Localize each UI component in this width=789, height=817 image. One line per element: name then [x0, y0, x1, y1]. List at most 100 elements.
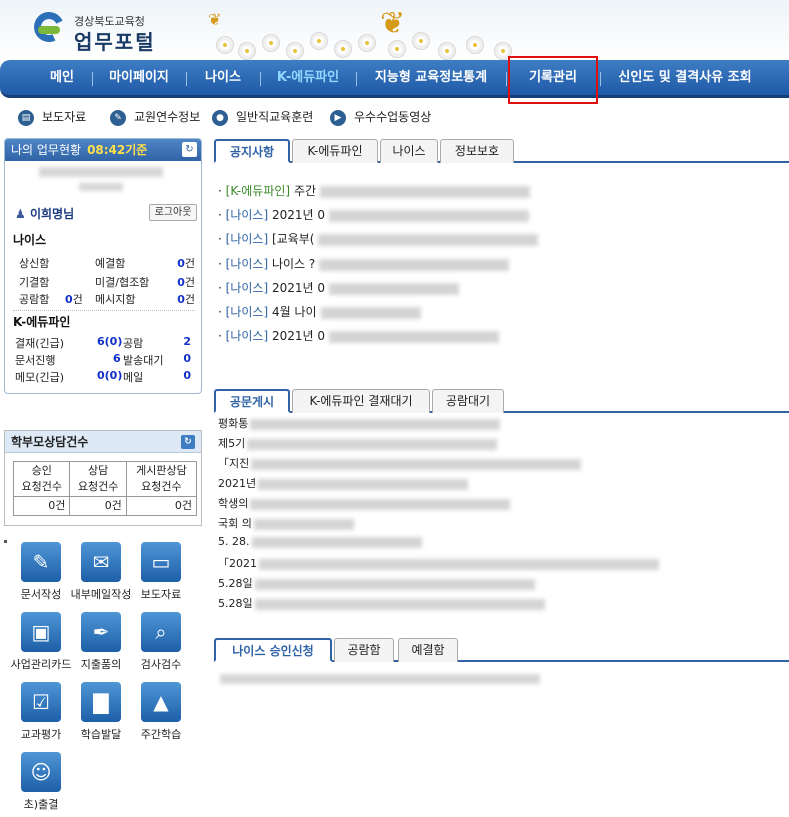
status-label[interactable]: 문서진행 — [15, 352, 55, 368]
status-count[interactable]: 0 — [183, 352, 191, 365]
status-label[interactable]: 메시지함 — [95, 291, 135, 307]
tab-approval-wait[interactable]: K-에듀파인 결재대기 — [292, 389, 430, 413]
refresh-icon[interactable]: ↻ — [182, 142, 197, 157]
doc-item[interactable]: 평화통 — [218, 415, 501, 431]
status-label[interactable]: 상신함 — [19, 255, 49, 271]
nav-item-statistics[interactable]: 지능형 교육정보통계 — [364, 60, 498, 96]
status-label[interactable]: 미결/협조함 — [95, 274, 149, 290]
status-count[interactable]: 0 — [183, 369, 191, 382]
neis-section-title: 나이스 — [13, 233, 47, 247]
portal-logo-icon[interactable] — [29, 7, 69, 48]
video-icon: ▶ — [330, 109, 346, 126]
my-status-panel: 나의 업무현황 08:42기준 ↻ ♟ 이희명님 로그아웃 나이스 상신함 예결함… — [4, 138, 202, 394]
status-label[interactable]: 기결함 — [19, 274, 49, 290]
card-icon: ▣ — [21, 612, 61, 652]
tab-neis-approval[interactable]: 나이스 승인신청 — [214, 638, 332, 662]
person-icon: ● — [212, 109, 228, 126]
quick-icon-mail-write[interactable]: ✉ 내부메일작성 — [70, 542, 132, 606]
status-count: 0 — [177, 293, 185, 306]
table-cell[interactable]: 0건 — [12, 496, 71, 516]
monitor-icon: ▭ — [141, 542, 181, 582]
link-press[interactable]: ▤ 보도자료 — [18, 108, 86, 126]
tab-kedufine[interactable]: K-에듀파인 — [292, 139, 378, 163]
status-panel-title: 나의 업무현황 — [11, 143, 82, 157]
quick-icon-press[interactable]: ▭ 보도자료 — [130, 542, 192, 606]
status-count[interactable]: 0(0) — [97, 369, 122, 382]
doc-item[interactable]: 제5기 — [218, 435, 498, 451]
quick-icon-expense[interactable]: ✒ 지출품의 — [70, 612, 132, 676]
doc-item[interactable]: 5.28일 — [218, 595, 545, 611]
status-count: 0 — [177, 257, 185, 270]
neis-row: 기결함 미결/협조함 0건 — [19, 274, 195, 290]
quick-icon-project-card[interactable]: ▣ 사업관리카드 — [10, 612, 72, 676]
nav-item-credit-check[interactable]: 신인도 및 결격사유 조회 — [608, 60, 762, 96]
table-header: 승인 요청건수 — [12, 461, 71, 497]
quick-icon-weekly[interactable]: ▲ 주간학습 — [130, 682, 192, 746]
neis-row: 상신함 예결함 0건 — [19, 255, 195, 271]
doc-item[interactable]: 「2021 — [218, 555, 659, 571]
notice-item[interactable]: · [나이스] [교육부( — [218, 230, 539, 248]
link-best-video[interactable]: ▶ 우수수업동영상 — [330, 108, 431, 126]
notice-item[interactable]: · [나이스] 2021년 0 — [218, 206, 529, 224]
tab-security[interactable]: 정보보호 — [440, 139, 514, 163]
nav-item-mypage[interactable]: 마이페이지 — [100, 60, 178, 96]
tab-pre-approval-box[interactable]: 예결함 — [398, 638, 458, 662]
tab-notice[interactable]: 공지사항 — [214, 139, 290, 163]
user-info: ♟ 이희명님 — [15, 205, 74, 222]
status-label[interactable]: 메일 — [123, 369, 143, 385]
quick-icon-evaluation[interactable]: ☑ 교과평가 — [10, 682, 72, 746]
status-count: 0 — [177, 276, 185, 289]
nav-item-kedufine[interactable]: K-에듀파인 — [268, 60, 348, 96]
notice-item[interactable]: · [K-에듀파인] 주간 — [218, 182, 531, 200]
quick-icon-inspection[interactable]: ⌕ 검사검수 — [130, 612, 192, 676]
tab-neis[interactable]: 나이스 — [380, 139, 438, 163]
notice-tabs: 공지사항 K-에듀파인 나이스 정보보호 — [214, 139, 789, 163]
doc-item[interactable]: 국회 의 — [218, 515, 354, 531]
refresh-icon[interactable]: ↻ — [181, 435, 195, 449]
count-unit: 건 — [184, 293, 195, 306]
nav-item-records[interactable]: 기록관리 — [514, 60, 592, 96]
doc-item[interactable]: 5. 28. — [218, 535, 422, 551]
status-label[interactable]: 메모(긴급) — [15, 369, 64, 385]
butterfly-icon: ❦ — [208, 10, 222, 29]
table-cell[interactable]: 0건 — [69, 496, 127, 516]
notice-item[interactable]: · [나이스] 2021년 0 — [218, 279, 459, 297]
doc-item[interactable]: 「지진 — [218, 455, 582, 471]
status-label[interactable]: 결재(긴급) — [15, 335, 64, 351]
status-label[interactable]: 발송대기 — [123, 352, 163, 368]
doc-item[interactable]: 2021년 — [218, 475, 469, 491]
portal-title[interactable]: 업무포털 — [74, 26, 156, 55]
blurred-text — [220, 674, 540, 684]
link-general-training[interactable]: ● 일반직교육훈련 — [212, 108, 313, 126]
status-count[interactable]: 6(0) — [97, 335, 122, 348]
tab-official-doc[interactable]: 공문게시 — [214, 389, 290, 413]
edufine-row: 문서진행 6 발송대기 0 — [15, 352, 195, 368]
quick-icon-doc-write[interactable]: ✎ 문서작성 — [10, 542, 72, 606]
quick-icon-learning[interactable]: ▇ 학습발달 — [70, 682, 132, 746]
status-count[interactable]: 6 — [113, 352, 121, 365]
status-label[interactable]: 공람 — [123, 335, 143, 351]
notice-item[interactable]: · [나이스] 나이스 ? — [218, 255, 510, 273]
notice-item[interactable]: · [나이스] 2021년 0 — [218, 327, 499, 345]
status-time: 08:42기준 — [87, 143, 148, 157]
table-header: 게시판상담 요청건수 — [125, 461, 198, 497]
nav-item-main[interactable]: 메인 — [40, 60, 84, 96]
doc-item[interactable]: 5.28일 — [218, 575, 535, 591]
portal-header: 경상북도교육청 업무포털 ❦ ❦ — [0, 0, 789, 60]
status-count[interactable]: 2 — [183, 335, 191, 348]
graduation-icon: ✎ — [110, 109, 126, 126]
logout-button[interactable]: 로그아웃 — [149, 204, 197, 221]
tab-circulation-wait[interactable]: 공람대기 — [432, 389, 504, 413]
status-label[interactable]: 공람함 — [19, 291, 49, 307]
nav-item-neis[interactable]: 나이스 — [194, 60, 252, 96]
notice-item[interactable]: · [나이스] 4월 나이 — [218, 303, 421, 321]
pen-icon: ✒ — [81, 612, 121, 652]
status-label[interactable]: 예결함 — [95, 255, 125, 271]
table-cell[interactable]: 0건 — [125, 496, 198, 516]
quick-icon-attendance[interactable]: ☺ 초)출결 — [10, 752, 72, 816]
doc-item[interactable]: 학생의 — [218, 495, 511, 511]
tab-circulation-box[interactable]: 공람함 — [334, 638, 394, 662]
people-icon: ☺ — [21, 752, 61, 792]
magnifier-icon: ⌕ — [141, 612, 181, 652]
link-teacher-training[interactable]: ✎ 교원연수정보 — [110, 108, 200, 126]
